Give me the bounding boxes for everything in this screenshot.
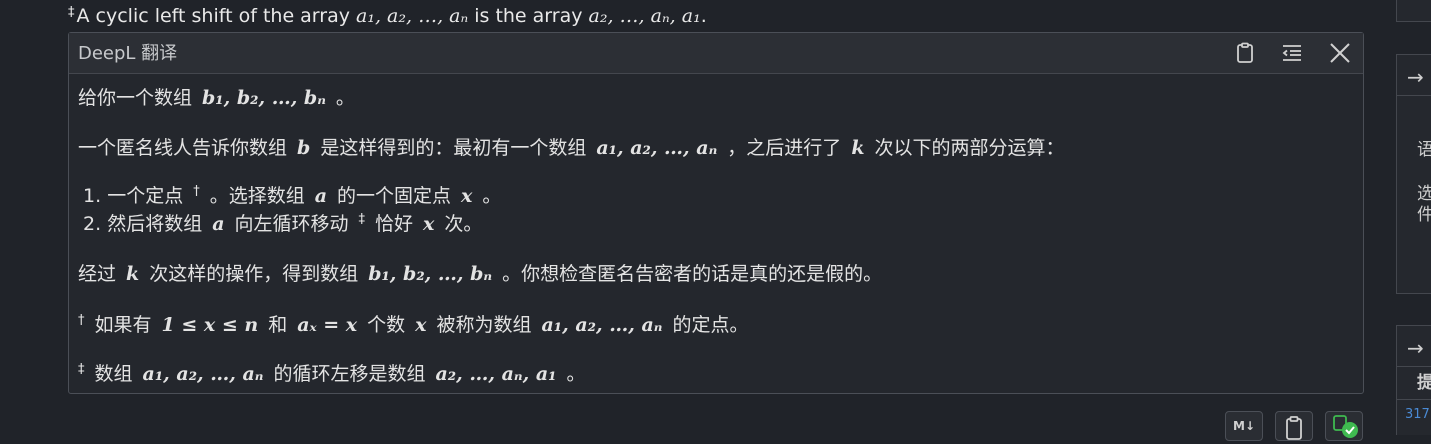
text: 。 [482, 185, 502, 207]
footnote-text-end: . [700, 5, 707, 27]
translate-check-icon [1333, 415, 1358, 438]
text: 和 [268, 314, 288, 336]
math: a₁, a₂, …, aₙ [596, 137, 718, 159]
text: 。 [335, 87, 355, 109]
text: 。 [566, 363, 586, 385]
right-text: 语 [1417, 140, 1431, 160]
text: 的定点。 [672, 314, 749, 336]
math: a₁, a₂, …, aₙ [142, 363, 264, 385]
math: x [461, 185, 473, 207]
text: 恰好 [375, 213, 414, 235]
panel-header: DeepL 翻译 [69, 33, 1363, 74]
text: 如果有 [94, 314, 152, 336]
math: k [126, 263, 140, 285]
right-panel-top [1396, 0, 1431, 22]
right-header-text: 提 [1397, 367, 1431, 400]
math: a₂, …, aₙ, a₁ [435, 363, 557, 385]
text: 是这样得到的：最初有一个数组 [320, 137, 587, 159]
right-panel-middle: → 语 选 件 [1396, 54, 1431, 294]
list-item-1: 1. 一个定点 † 。选择数组 a 的一个固定点 x 。 [83, 181, 501, 208]
footnote-fixed-point: † 如果有 1 ≤ x ≤ n 和 aₓ = x 个数 x 被称为数组 a₁, a₂, …, a… [78, 310, 748, 337]
superscript: † [193, 184, 200, 199]
list-number: 1. [83, 185, 102, 207]
original-footnote: ‡ A cyclic left shift of the array a₁, a₂… [68, 0, 707, 28]
text: 数组 [94, 363, 133, 385]
text: ，之后进行了 [727, 137, 842, 159]
footnote-text-before: A cyclic left shift of the array [76, 5, 357, 27]
arrow-icon[interactable]: → [1397, 55, 1431, 96]
right-link-number[interactable]: 317 [1397, 400, 1431, 430]
footnote-math-1: a₁, a₂, …, aₙ [356, 5, 469, 27]
text: 次。 [444, 213, 483, 235]
clipboard-icon [1286, 416, 1302, 440]
text: 然后将数组 [107, 213, 203, 235]
superscript: † [78, 313, 85, 328]
math: x [423, 213, 435, 235]
math: a₁, a₂, …, aₙ [541, 314, 663, 336]
right-panel-bottom: → 提 317 [1396, 325, 1431, 435]
close-icon[interactable] [1328, 41, 1352, 65]
text: 经过 [78, 263, 117, 285]
format-list-icon[interactable] [1280, 41, 1304, 65]
text: 一个匿名线人告诉你数组 [78, 137, 288, 159]
paragraph-informant: 一个匿名线人告诉你数组 b 是这样得到的：最初有一个数组 a₁, a₂, …, aₙ ，… [78, 133, 1065, 160]
translate-check-button[interactable] [1325, 411, 1363, 441]
text: 次这样的操作，得到数组 [149, 263, 359, 285]
footnote-math-2: a₂, …, aₙ, a₁ [588, 5, 701, 27]
footnote-text-mid: is the array [468, 5, 589, 27]
text: 向左循环移动 [234, 213, 349, 235]
text: 。选择数组 [209, 185, 305, 207]
text: 的循环左移是数组 [273, 363, 426, 385]
right-text: 件 [1417, 205, 1431, 225]
text: 被称为数组 [436, 314, 532, 336]
footnote-cyclic-shift: ‡ 数组 a₁, a₂, …, aₙ 的循环左移是数组 a₂, …, aₙ, a₁ 。 [78, 359, 585, 386]
list-number: 2. [83, 213, 102, 235]
text: 一个定点 [107, 185, 184, 207]
math: k [851, 137, 865, 159]
text: 。你想检查匿名告密者的话是真的还是假的。 [502, 263, 883, 285]
math: aₓ = x [297, 314, 358, 336]
arrow-icon[interactable]: → [1397, 326, 1431, 367]
text: 次以下的两部分运算： [874, 137, 1065, 159]
superscript: ‡ [78, 362, 85, 377]
superscript: ‡ [358, 212, 366, 227]
text: 给你一个数组 [78, 87, 193, 109]
paragraph-result: 经过 k 次这样的操作，得到数组 b₁, b₂, …, bₙ 。你想检查匿名告密者的话是… [78, 259, 882, 286]
deepl-translation-panel: DeepL 翻译 给你一个数组 b₁, b₂, …, bₙ 。 一个匿名线人告诉… [68, 32, 1364, 394]
math: b [297, 137, 311, 159]
math: b₁, b₂, …, bₙ [202, 87, 326, 109]
markdown-button[interactable]: M↓ [1225, 411, 1263, 441]
panel-title: DeepL 翻译 [78, 43, 178, 64]
copy-button[interactable] [1275, 411, 1313, 441]
clipboard-icon[interactable] [1233, 41, 1257, 65]
paragraph-intro: 给你一个数组 b₁, b₂, …, bₙ 。 [78, 83, 355, 110]
text: 的一个固定点 [337, 185, 452, 207]
math: x [415, 314, 427, 336]
math: 1 ≤ x ≤ n [161, 314, 259, 336]
text: 个数 [367, 314, 406, 336]
math: a [212, 213, 225, 235]
math: b₁, b₂, …, bₙ [368, 263, 493, 285]
list-item-2: 2. 然后将数组 a 向左循环移动 ‡ 恰好 x 次。 [83, 209, 482, 236]
math: a [314, 185, 328, 207]
footnote-dagger: ‡ [68, 5, 75, 20]
